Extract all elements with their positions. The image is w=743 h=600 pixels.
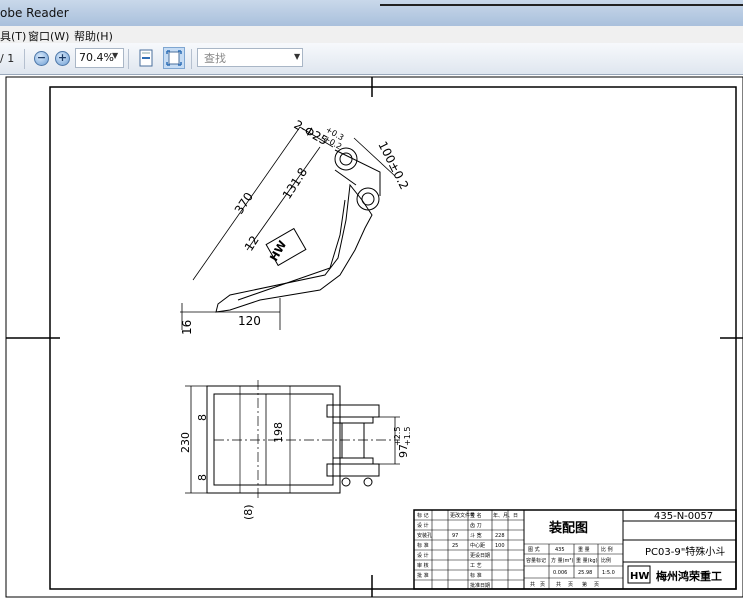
menu-item-window[interactable]: 窗口(W)	[28, 28, 69, 44]
tb-cell: 批准日期	[470, 582, 490, 589]
dim-8-paren: (8)	[242, 504, 255, 520]
outer-frame	[5, 76, 743, 598]
fit-width-icon	[139, 49, 153, 67]
toolbar-separator	[24, 49, 25, 69]
dim-16: 16	[180, 320, 194, 335]
dim-12: 12	[242, 233, 262, 253]
dim-100: 100±0.2	[375, 139, 411, 192]
bucket-side-view	[180, 126, 396, 330]
tb-cell: 228	[495, 533, 505, 539]
tb-cell: 设 计	[417, 522, 429, 529]
drawing-number: 435-N-0057	[654, 511, 713, 522]
tb-cell: 斗 宽	[470, 532, 482, 539]
page-count-label: / 1	[0, 52, 15, 65]
zoom-out-button[interactable]: −	[34, 51, 49, 66]
tb-sheet: 页	[594, 582, 599, 588]
dim-120: 120	[238, 314, 261, 328]
fit-page-icon	[166, 50, 182, 66]
tb-mid: 比例	[601, 557, 611, 564]
toolbar-separator	[191, 49, 192, 69]
tb-sheet: 页	[540, 582, 545, 588]
cad-drawing: 370 131.8 12 120 16 2-Φ25 +0.3 +0.2 100±…	[5, 76, 743, 598]
tb-cell: 批 准	[417, 572, 429, 579]
menu-bar: 具(T) 窗口(W) 帮助(H)	[0, 26, 743, 43]
tb-cell: 100	[495, 543, 505, 549]
tb-sheet: 第	[582, 581, 587, 588]
tb-cell: 97	[452, 533, 458, 539]
tb-cell: 更设日期	[470, 552, 490, 559]
window-title: obe Reader	[0, 6, 69, 20]
find-input[interactable]: 查找	[197, 48, 303, 67]
tb-mid: 0.006	[553, 570, 567, 576]
tb-cell: 安装孔	[417, 532, 432, 539]
assembly-title: 装配图	[548, 520, 588, 536]
tb-cell: 齿 刀	[470, 523, 482, 529]
dim-8b: 8	[196, 474, 209, 481]
tb-mid: 方 量(m³)	[551, 557, 573, 564]
tb-mid: 重 量	[578, 546, 590, 553]
dim-97-tol-lower: +1.5	[403, 427, 412, 446]
toolbar: / 1 − + 70.4% ▼ 查找 ▼	[0, 43, 743, 75]
toolbar-separator	[128, 49, 129, 69]
tab-strip-line	[380, 4, 743, 6]
dim-370: 370	[232, 190, 256, 217]
tb-sheet: 共	[530, 581, 535, 588]
dim-198: 198	[272, 422, 285, 443]
fit-width-button[interactable]	[135, 47, 157, 69]
tb-sheet: 共	[556, 581, 561, 588]
chevron-down-icon[interactable]: ▼	[294, 52, 300, 61]
tb-mid: 25.98	[578, 570, 592, 576]
tb-cell: 设 计	[417, 552, 429, 559]
zoom-in-button[interactable]: +	[55, 51, 70, 66]
tb-mid: 重 量(kg)	[576, 557, 598, 564]
tb-mid: 容量标记	[526, 557, 546, 564]
tb-cell: 工 艺	[470, 563, 482, 569]
tb-cell: 标 准	[470, 572, 482, 579]
menu-item-tools[interactable]: 具(T)	[0, 28, 26, 44]
product-name: PC03-9"特殊小斗	[645, 545, 725, 558]
company-name: 梅州鸿荣重工	[656, 569, 722, 583]
title-bar: obe Reader	[0, 0, 743, 27]
tb-cell: 标 准	[417, 542, 429, 549]
dim-8a: 8	[196, 414, 209, 421]
tb-cell: 标 记	[417, 512, 429, 519]
tb-mid: 435	[555, 547, 565, 553]
tb-mid: 比 例	[601, 546, 613, 553]
tb-sheet: 页	[568, 582, 573, 588]
bucket-top-view	[185, 380, 400, 500]
tb-cell: 审 核	[417, 562, 429, 569]
document-view[interactable]: 370 131.8 12 120 16 2-Φ25 +0.3 +0.2 100±…	[0, 75, 743, 600]
menu-item-help[interactable]: 帮助(H)	[74, 28, 113, 44]
tb-cell: 签 名	[470, 512, 482, 519]
tb-mid: 1:5.0	[602, 570, 615, 576]
chevron-down-icon[interactable]: ▼	[112, 51, 118, 60]
company-logo: HW	[630, 571, 649, 582]
fit-page-button[interactable]	[163, 47, 185, 69]
tb-mid: 图 式	[528, 546, 540, 553]
dim-97-tol-upper: +2.5	[393, 427, 402, 446]
dim-230: 230	[179, 432, 192, 453]
tb-cell: 中心距	[470, 542, 485, 549]
dim-131-8: 131.8	[280, 165, 310, 201]
tb-cell: 年、月、日	[493, 512, 518, 519]
tb-cell: 25	[452, 543, 458, 549]
